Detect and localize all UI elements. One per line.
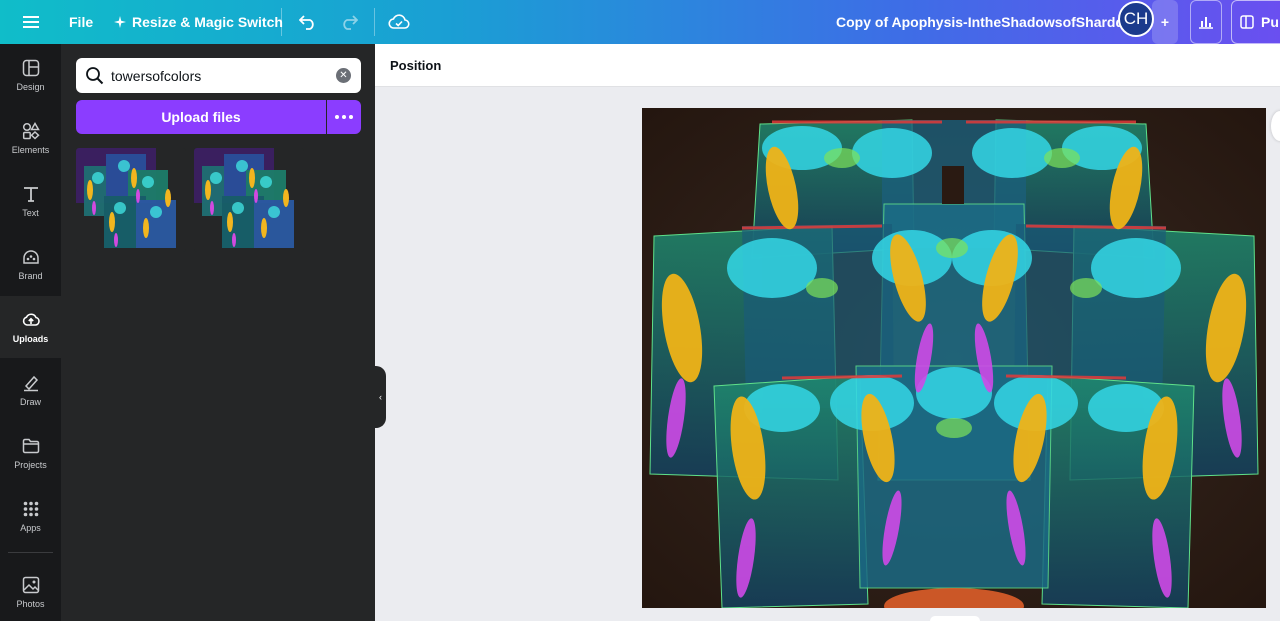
upload-more-options-icon[interactable] xyxy=(327,100,361,134)
uploaded-image-thumbnail[interactable] xyxy=(76,148,186,252)
rail-label: Design xyxy=(16,81,45,92)
rail-label: Apps xyxy=(20,522,41,533)
rail-item-uploads[interactable]: Uploads xyxy=(0,296,61,358)
search-icon xyxy=(86,67,104,85)
search-value: towersofcolors xyxy=(111,68,202,84)
rail-label: Text xyxy=(22,207,39,218)
menu-icon[interactable] xyxy=(18,0,44,44)
file-menu-button[interactable]: File xyxy=(69,0,93,44)
publish-button[interactable]: Pu xyxy=(1231,0,1280,44)
present-icon xyxy=(1240,15,1254,29)
rail-label: Uploads xyxy=(12,333,49,344)
insights-chart-icon[interactable] xyxy=(1190,0,1222,44)
rail-label: Projects xyxy=(14,459,47,470)
add-page-handle[interactable] xyxy=(930,616,980,621)
page-options-handle[interactable] xyxy=(1271,111,1280,141)
rail-item-draw[interactable]: Draw xyxy=(0,359,61,421)
context-toolbar: Position xyxy=(375,44,1280,87)
cloud-saved-icon[interactable] xyxy=(386,0,412,44)
top-bar: File Resize & Magic Switch Copy of Apoph… xyxy=(0,0,1280,44)
rail-item-design[interactable]: Design xyxy=(0,44,61,106)
search-input[interactable]: towersofcolors ✕ xyxy=(76,58,361,93)
uploads-panel: towersofcolors ✕ Upload files xyxy=(61,44,375,621)
redo-icon[interactable] xyxy=(337,0,361,44)
clear-search-icon[interactable]: ✕ xyxy=(336,68,351,83)
elements-icon xyxy=(22,121,40,140)
folder-icon xyxy=(22,438,39,453)
position-button[interactable]: Position xyxy=(390,58,441,73)
collapse-panel-handle[interactable]: ‹ xyxy=(375,366,386,428)
canvas-page[interactable] xyxy=(642,108,1266,608)
apps-grid-icon xyxy=(23,501,38,516)
add-collaborator-icon[interactable]: + xyxy=(1152,0,1178,44)
sparkle-icon xyxy=(114,16,126,28)
resize-label: Resize & Magic Switch xyxy=(132,14,283,30)
draw-icon xyxy=(23,375,38,391)
undo-icon[interactable] xyxy=(296,0,320,44)
left-rail: Design Elements Text Brand Uploads Draw … xyxy=(0,44,61,621)
rail-item-projects[interactable]: Projects xyxy=(0,422,61,484)
rail-item-photos[interactable]: Photos xyxy=(0,561,61,621)
uploads-icon xyxy=(22,313,40,326)
rail-label: Elements xyxy=(11,144,50,155)
publish-label: Pu xyxy=(1261,14,1279,30)
rail-item-elements[interactable]: Elements xyxy=(0,107,61,169)
document-title[interactable]: Copy of Apophysis-IntheShadowsofShardds xyxy=(836,0,1132,44)
rail-item-text[interactable]: Text xyxy=(0,170,61,232)
upload-files-button[interactable]: Upload files xyxy=(76,100,326,134)
canvas-artwork-image[interactable] xyxy=(642,108,1266,608)
rail-item-apps[interactable]: Apps xyxy=(0,485,61,547)
rail-divider xyxy=(8,552,53,553)
photos-icon xyxy=(22,576,39,593)
rail-label: Brand xyxy=(18,270,43,281)
divider xyxy=(374,8,375,36)
rail-item-brand[interactable]: Brand xyxy=(0,233,61,295)
design-icon xyxy=(22,59,39,76)
text-icon xyxy=(23,186,38,202)
uploaded-image-thumbnail[interactable] xyxy=(194,148,304,252)
rail-label: Draw xyxy=(19,396,41,407)
avatar[interactable]: CH xyxy=(1118,1,1154,37)
divider xyxy=(281,8,282,36)
rail-label: Photos xyxy=(16,598,45,609)
brand-icon xyxy=(22,249,39,264)
resize-magic-switch-button[interactable]: Resize & Magic Switch xyxy=(114,0,283,44)
